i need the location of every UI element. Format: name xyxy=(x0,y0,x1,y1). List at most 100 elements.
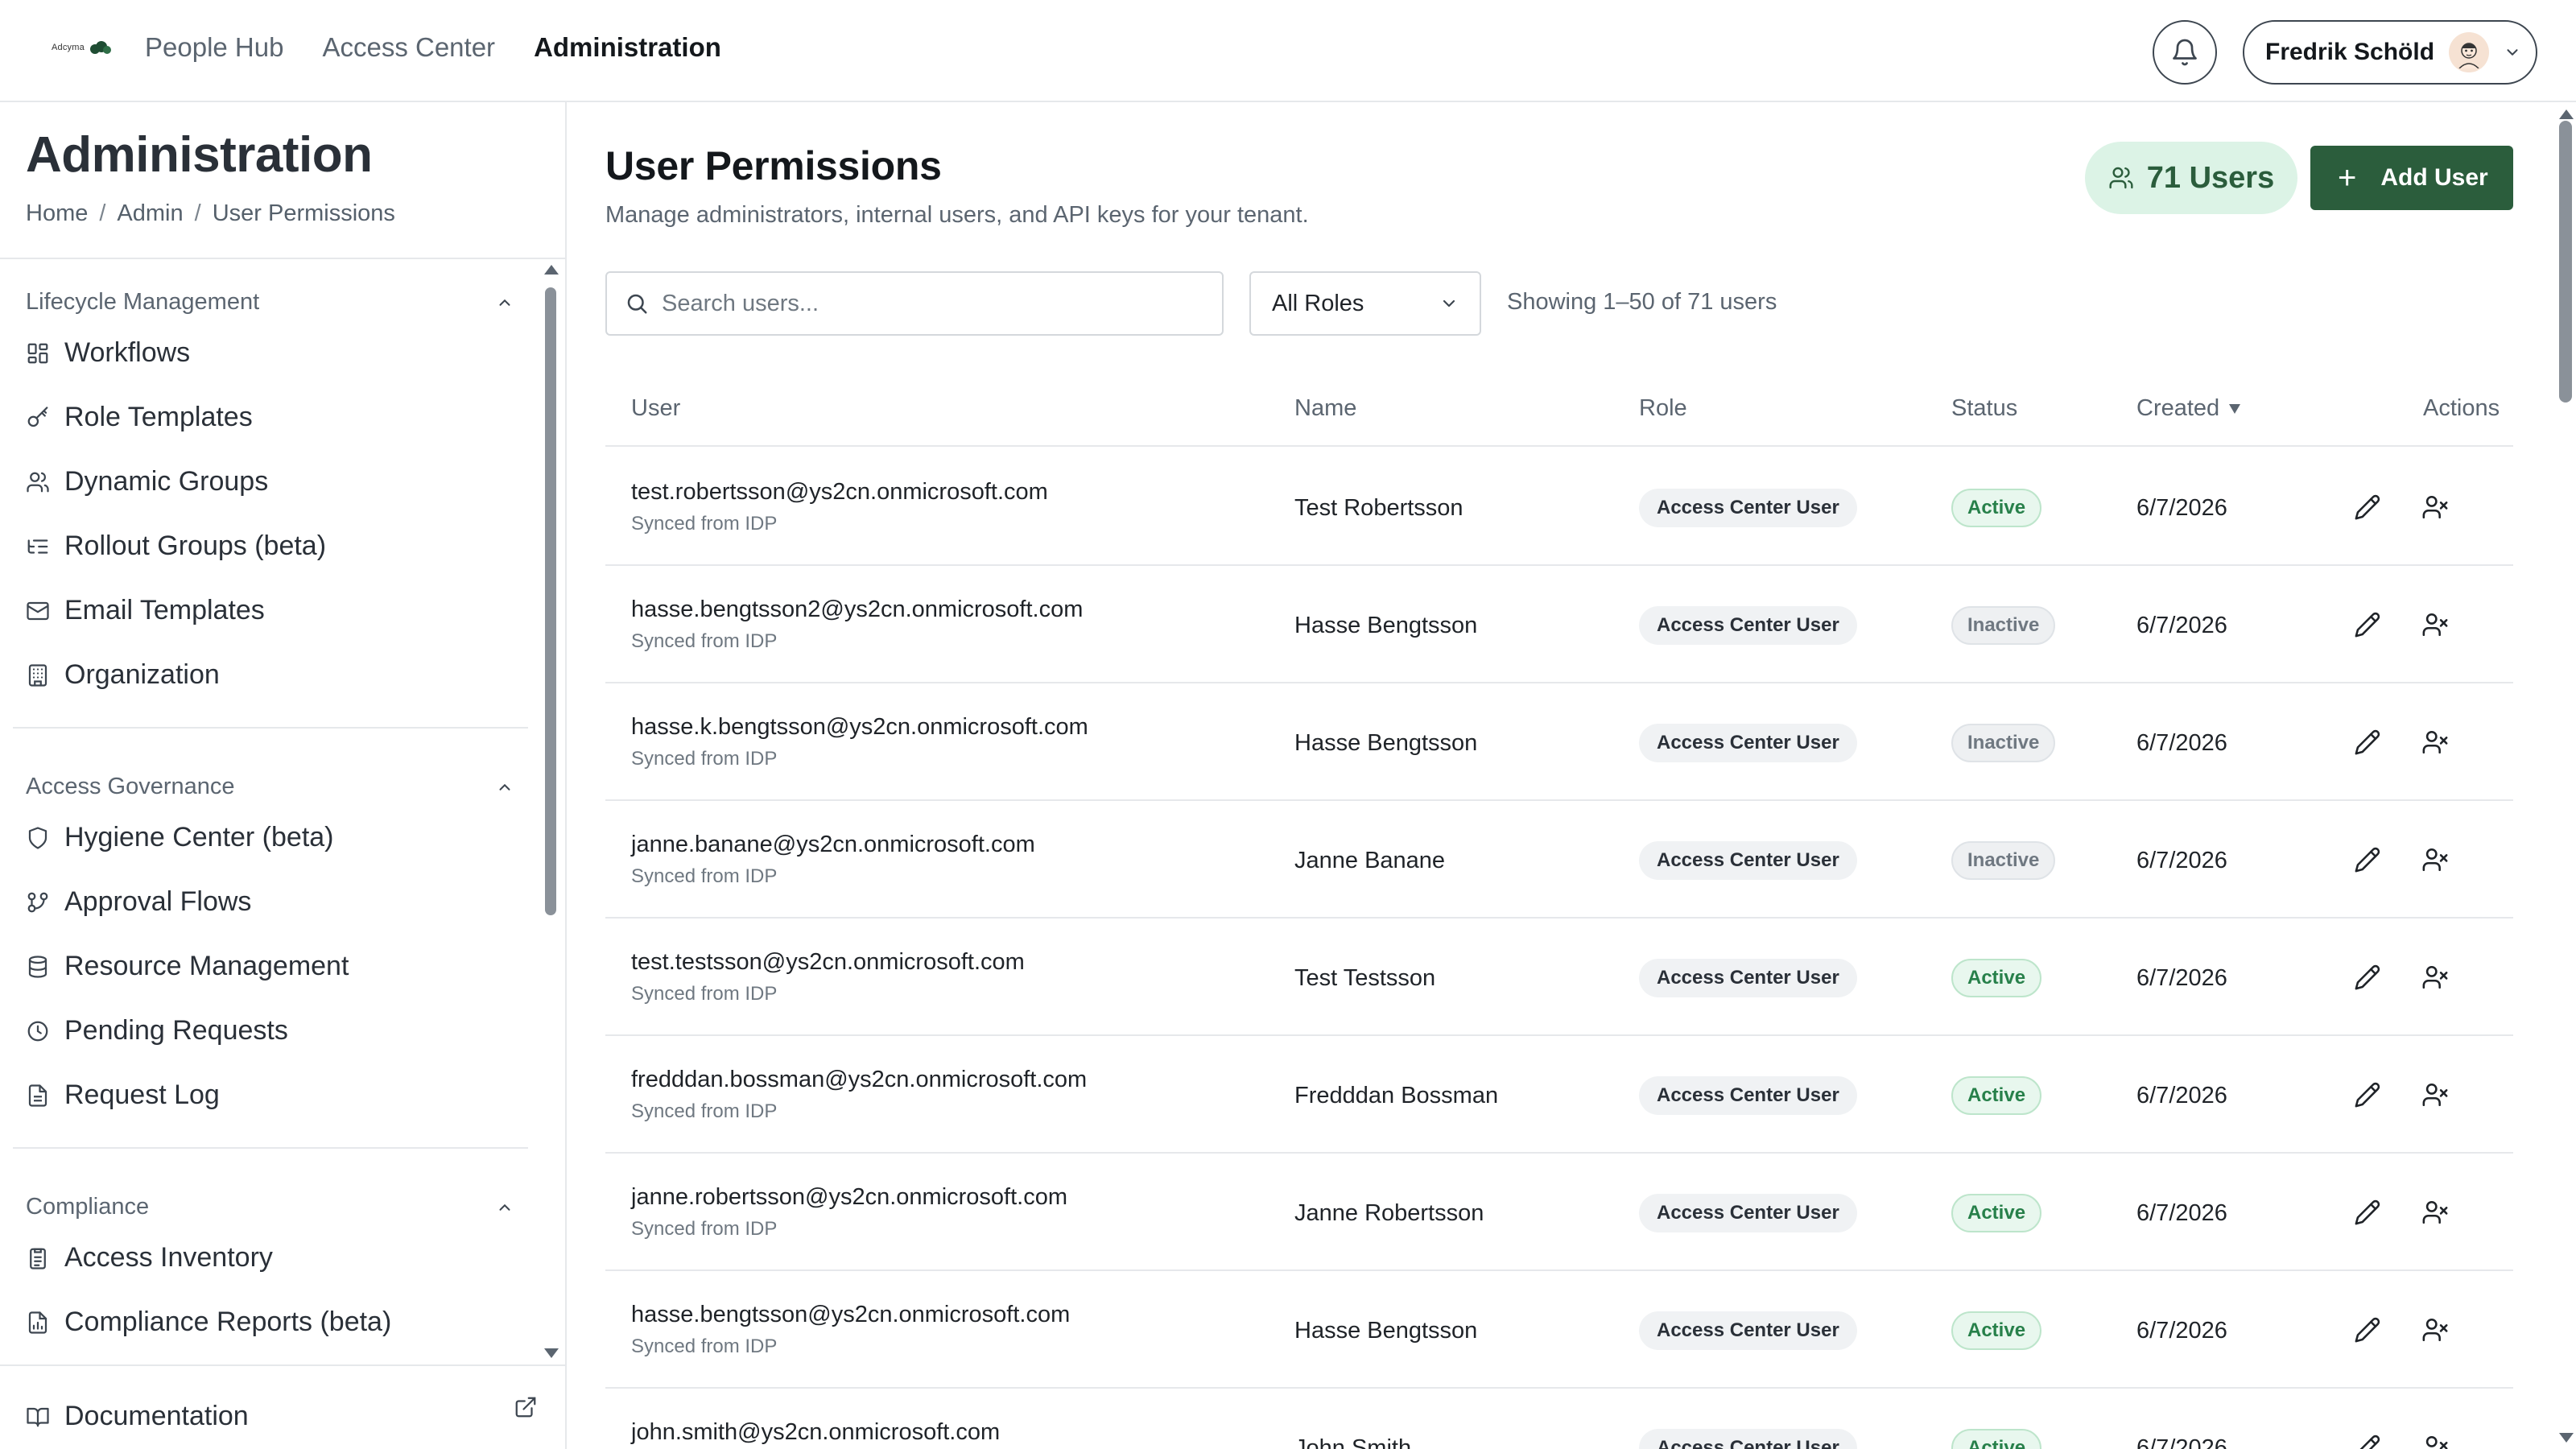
group-compliance[interactable]: Compliance xyxy=(26,1194,514,1220)
user-email: test.testsson@ys2cn.onmicrosoft.com xyxy=(631,949,1025,975)
user-menu-button[interactable]: Fredrik Schöld xyxy=(2243,20,2537,85)
table-row[interactable]: john.smith@ys2cn.onmicrosoft.comSynced f… xyxy=(605,1389,2513,1449)
user-count-label: 71 Users xyxy=(2146,160,2275,195)
user-display-name: Hasse Bengtsson xyxy=(1294,613,1478,638)
column-header-role[interactable]: Role xyxy=(1639,395,1687,422)
sidebar-scrollbar[interactable] xyxy=(545,287,556,915)
sidebar-item-label: Organization xyxy=(64,659,220,690)
user-source: Synced from IDP xyxy=(631,983,778,1005)
column-header-name[interactable]: Name xyxy=(1294,395,1356,422)
sidebar-item-resource-management[interactable]: Resource Management xyxy=(26,951,349,982)
table-row[interactable]: hasse.bengtsson2@ys2cn.onmicrosoft.com Sy… xyxy=(605,566,2513,683)
status-badge: Inactive xyxy=(1951,841,2056,880)
notifications-button[interactable] xyxy=(2153,20,2217,85)
created-date: 6/7/2026 xyxy=(2136,1318,2227,1344)
edit-icon[interactable] xyxy=(2354,611,2381,638)
sidebar-item-role-templates[interactable]: Role Templates xyxy=(26,402,253,433)
sidebar-item-label: Rollout Groups (beta) xyxy=(64,530,327,561)
file-chart-icon xyxy=(28,1311,47,1334)
user-display-name: Test Testsson xyxy=(1294,965,1436,991)
status-badge: Active xyxy=(1951,1429,2042,1449)
column-header-status[interactable]: Status xyxy=(1951,395,2017,422)
table-row[interactable]: janne.robertsson@ys2cn.onmicrosoft.com Sy… xyxy=(605,1154,2513,1271)
chevron-up-icon xyxy=(499,299,510,306)
user-x-icon[interactable] xyxy=(2421,729,2449,756)
database-icon xyxy=(28,955,47,978)
table-row[interactable]: hasse.bengtsson@ys2cn.onmicrosoft.com Syn… xyxy=(605,1271,2513,1389)
user-email: john.smith@ys2cn.onmicrosoft.com xyxy=(631,1419,1001,1445)
add-user-label: Add User xyxy=(2380,164,2488,191)
page-scroll-up[interactable] xyxy=(2559,109,2574,119)
table-row[interactable]: janne.banane@ys2cn.onmicrosoft.com Synced… xyxy=(605,801,2513,919)
sidebar-item-dynamic-groups[interactable]: Dynamic Groups xyxy=(26,466,268,497)
sidebar-item-workflows[interactable]: Workflows xyxy=(26,337,190,369)
user-source: Synced from IDP xyxy=(631,748,778,770)
user-x-icon[interactable] xyxy=(2421,964,2449,991)
status-badge: Active xyxy=(1951,1076,2042,1115)
role-filter-select[interactable]: All Roles xyxy=(1249,271,1481,336)
breadcrumb-home[interactable]: Home xyxy=(26,200,88,227)
page-scrollbar[interactable] xyxy=(2559,121,2572,402)
logo[interactable]: Adcyma xyxy=(52,40,112,55)
edit-icon[interactable] xyxy=(2354,846,2381,873)
group-divider xyxy=(13,1147,528,1149)
sidebar-item-request-log[interactable]: Request Log xyxy=(26,1080,220,1111)
clock-icon xyxy=(27,1021,48,1041)
edit-icon[interactable] xyxy=(2354,964,2381,991)
breadcrumb-separator: / xyxy=(194,200,201,226)
clipboard-list-icon xyxy=(30,1248,46,1269)
sidebar-item-compliance-reports[interactable]: Compliance Reports (beta) xyxy=(26,1307,391,1338)
sidebar-item-documentation[interactable]: Documentation xyxy=(26,1401,249,1432)
sidebar-item-approval-flows[interactable]: Approval Flows xyxy=(26,886,251,918)
edit-icon[interactable] xyxy=(2354,1199,2381,1226)
sidebar-nav: Lifecycle Management Workflows Role Temp… xyxy=(0,260,555,1355)
sidebar-item-label: Resource Management xyxy=(64,951,349,981)
status-badge: Active xyxy=(1951,1194,2042,1232)
table-row[interactable]: test.testsson@ys2cn.onmicrosoft.com Synce… xyxy=(605,919,2513,1036)
user-x-icon[interactable] xyxy=(2421,611,2449,638)
sidebar-item-pending-requests[interactable]: Pending Requests xyxy=(26,1015,288,1046)
status-badge: Inactive xyxy=(1951,724,2056,762)
sidebar-scroll-up[interactable] xyxy=(544,265,559,275)
user-x-icon[interactable] xyxy=(2421,1316,2449,1344)
column-header-user[interactable]: User xyxy=(631,395,680,422)
user-display-name: John Smith xyxy=(1294,1435,1412,1449)
edit-icon[interactable] xyxy=(2354,1081,2381,1108)
group-access-governance[interactable]: Access Governance xyxy=(26,774,514,800)
add-user-button[interactable]: + Add User xyxy=(2310,146,2513,210)
sidebar-scroll-down[interactable] xyxy=(544,1348,559,1358)
sidebar-item-email-templates[interactable]: Email Templates xyxy=(26,595,265,626)
topnav-access-center[interactable]: Access Center xyxy=(322,32,495,63)
user-x-icon[interactable] xyxy=(2421,1199,2449,1226)
breadcrumb-admin[interactable]: Admin xyxy=(117,200,183,227)
edit-icon[interactable] xyxy=(2354,1434,2381,1449)
group-lifecycle-management[interactable]: Lifecycle Management xyxy=(26,289,514,316)
edit-icon[interactable] xyxy=(2354,729,2381,756)
created-date: 6/7/2026 xyxy=(2136,1200,2227,1226)
sidebar-item-label: Access Inventory xyxy=(64,1242,273,1273)
edit-icon[interactable] xyxy=(2354,1316,2381,1344)
page-scroll-down[interactable] xyxy=(2559,1433,2574,1443)
sidebar-item-hygiene-center[interactable]: Hygiene Center (beta) xyxy=(26,822,334,853)
topnav-people-hub[interactable]: People Hub xyxy=(145,32,283,63)
sidebar-item-label: Pending Requests xyxy=(64,1015,288,1046)
sidebar-item-access-inventory[interactable]: Access Inventory xyxy=(26,1242,273,1274)
table-row[interactable]: fredddan.bossman@ys2cn.onmicrosoft.com Sy… xyxy=(605,1036,2513,1154)
column-header-created[interactable]: Created xyxy=(2136,395,2242,422)
user-x-icon[interactable] xyxy=(2421,493,2449,521)
page-subtitle: Manage administrators, internal users, a… xyxy=(605,202,1309,228)
user-x-icon[interactable] xyxy=(2421,1434,2449,1449)
user-x-icon[interactable] xyxy=(2421,1081,2449,1108)
user-x-icon[interactable] xyxy=(2421,846,2449,873)
sidebar-item-rollout-groups[interactable]: Rollout Groups (beta) xyxy=(26,530,326,562)
table-row[interactable]: test.robertsson@ys2cn.onmicrosoft.com Syn… xyxy=(605,448,2513,566)
shield-icon xyxy=(28,826,47,849)
edit-icon[interactable] xyxy=(2354,493,2381,521)
external-link-icon[interactable] xyxy=(514,1395,538,1419)
role-badge: Access Center User xyxy=(1639,724,1857,762)
sidebar-item-organization[interactable]: Organization xyxy=(26,659,220,691)
topnav-administration[interactable]: Administration xyxy=(534,32,721,63)
mail-icon xyxy=(27,601,49,620)
search-input[interactable] xyxy=(662,290,1209,317)
table-row[interactable]: hasse.k.bengtsson@ys2cn.onmicrosoft.com S… xyxy=(605,683,2513,801)
